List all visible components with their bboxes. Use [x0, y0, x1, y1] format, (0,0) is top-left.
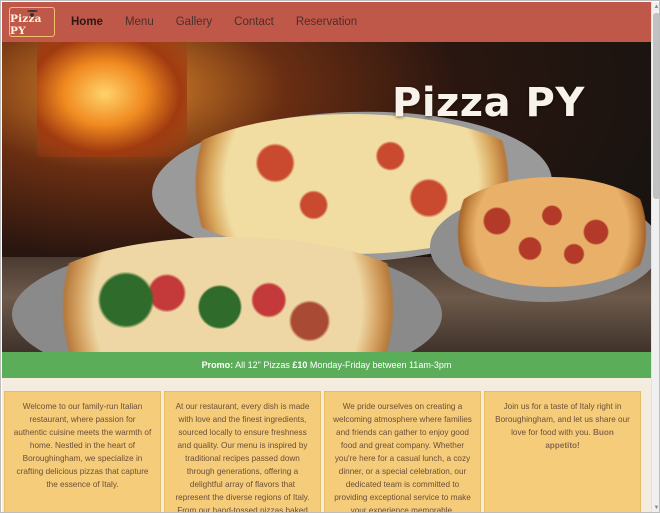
- pizza-logo-icon: [26, 10, 38, 17]
- promo-banner: Promo: All 12" Pizzas £10 Monday-Friday …: [2, 352, 651, 378]
- promo-text: All 12" Pizzas: [233, 360, 293, 370]
- card-text: At our restaurant, every dish is made wi…: [175, 402, 310, 513]
- brand-logo[interactable]: Pizza PY: [9, 7, 55, 37]
- nav-link-home[interactable]: Home: [71, 2, 103, 42]
- nav-link-reservation[interactable]: Reservation: [296, 2, 357, 42]
- nav-link-contact[interactable]: Contact: [234, 2, 274, 42]
- hero-title: Pizza PY: [392, 80, 585, 126]
- navbar: Pizza PY Home Menu Gallery Contact Reser…: [2, 2, 651, 42]
- nav-links: Home Menu Gallery Contact Reservation: [71, 2, 379, 42]
- nav-link-menu[interactable]: Menu: [125, 2, 154, 42]
- scroll-up-arrow-icon[interactable]: ▲: [653, 3, 659, 11]
- info-card: Join us for a taste of Italy right in Bo…: [484, 391, 641, 512]
- info-card: At our restaurant, every dish is made wi…: [164, 391, 321, 513]
- info-cards: Welcome to our family-run Italian restau…: [4, 391, 644, 513]
- nav-link-gallery[interactable]: Gallery: [176, 2, 212, 42]
- oven-fire-image: [37, 42, 187, 157]
- card-text: We pride ourselves on creating a welcomi…: [333, 402, 472, 513]
- info-card: We pride ourselves on creating a welcomi…: [324, 391, 481, 513]
- card-text: Welcome to our family-run Italian restau…: [13, 402, 152, 489]
- promo-label: Promo:: [201, 360, 234, 370]
- scrollbar-thumb[interactable]: [653, 13, 659, 199]
- info-card: Welcome to our family-run Italian restau…: [4, 391, 161, 512]
- about-section: Welcome to our family-run Italian restau…: [2, 378, 651, 513]
- promo-schedule: Monday-Friday between 11am-3pm: [307, 360, 452, 370]
- vertical-scrollbar[interactable]: ▲ ▼: [651, 2, 659, 512]
- browser-viewport: Pizza PY Home Menu Gallery Contact Reser…: [0, 0, 660, 513]
- pizza-image: [442, 177, 651, 287]
- hero-banner: Pizza PY: [2, 42, 651, 352]
- scroll-down-arrow-icon[interactable]: ▼: [653, 504, 659, 512]
- promo-price: £10: [292, 360, 308, 370]
